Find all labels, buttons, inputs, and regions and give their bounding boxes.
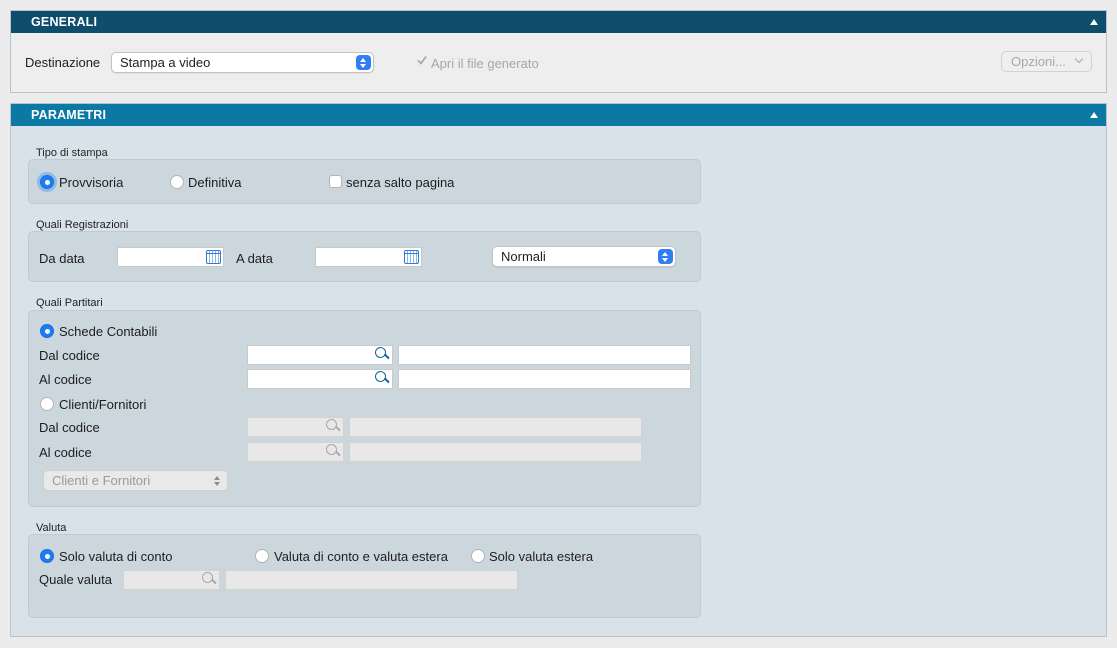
select-arrows-icon xyxy=(356,55,371,70)
select-arrows-icon xyxy=(210,473,225,488)
dal-codice-descrizione-input[interactable] xyxy=(399,346,690,364)
al-codice-field[interactable] xyxy=(247,369,393,389)
provvisoria-label: Provvisoria xyxy=(59,175,124,190)
tipo-registrazioni-value: Normali xyxy=(501,249,546,264)
radio-clienti-fornitori[interactable] xyxy=(40,397,54,411)
solo-valuta-estera-label: Solo valuta estera xyxy=(489,549,594,564)
partitari-title: Quali Partitari xyxy=(36,297,103,309)
tipo-registrazioni-select[interactable]: Normali xyxy=(492,246,676,267)
collapse-up-icon[interactable] xyxy=(1090,112,1098,118)
generali-header[interactable]: GENERALI xyxy=(11,11,1106,33)
valuta-group: Solo valuta di conto Valuta di conto e v… xyxy=(28,534,701,618)
calendar-icon[interactable] xyxy=(404,250,419,264)
search-icon[interactable] xyxy=(325,418,341,434)
definitiva-label: Definitiva xyxy=(188,175,242,190)
chevron-down-icon xyxy=(1074,54,1084,64)
al-codice-descrizione-input[interactable] xyxy=(399,370,690,388)
search-icon[interactable] xyxy=(374,346,390,362)
radio-provvisoria[interactable] xyxy=(40,175,54,189)
radio-solo-valuta-estera[interactable] xyxy=(471,549,485,563)
tipo-stampa-title: Tipo di stampa xyxy=(36,147,108,159)
al-codice-descrizione-field[interactable] xyxy=(398,369,691,389)
radio-definitiva[interactable] xyxy=(170,175,184,189)
parametri-header[interactable]: PARAMETRI xyxy=(11,104,1106,126)
opzioni-label: Opzioni... xyxy=(1011,54,1066,69)
tipo-stampa-group: Provvisoria Definitiva senza salto pagin… xyxy=(28,159,701,204)
al-codice-input[interactable] xyxy=(248,370,392,388)
clienti-fornitori-select-value: Clienti e Fornitori xyxy=(52,473,151,488)
select-arrows-icon xyxy=(658,249,673,264)
opzioni-button[interactable]: Opzioni... xyxy=(1001,51,1092,72)
search-icon[interactable] xyxy=(201,571,217,587)
destinazione-value: Stampa a video xyxy=(120,55,211,70)
cf-al-codice-label: Al codice xyxy=(39,445,92,460)
dal-codice-field[interactable] xyxy=(247,345,393,365)
cf-dal-codice-label: Dal codice xyxy=(39,420,100,435)
clienti-fornitori-label: Clienti/Fornitori xyxy=(59,397,147,412)
da-data-label: Da data xyxy=(39,251,85,266)
registrazioni-title: Quali Registrazioni xyxy=(36,219,129,231)
destinazione-select[interactable]: Stampa a video xyxy=(111,52,374,73)
search-icon[interactable] xyxy=(325,443,341,459)
cf-dal-codice-descrizione-field[interactable] xyxy=(349,417,642,437)
al-codice-label: Al codice xyxy=(39,372,92,387)
generali-title: GENERALI xyxy=(31,15,98,29)
search-icon[interactable] xyxy=(374,370,390,386)
radio-solo-valuta-conto[interactable] xyxy=(40,549,54,563)
valuta-title: Valuta xyxy=(36,522,67,534)
schede-contabili-label: Schede Contabili xyxy=(59,324,158,339)
valuta-conto-estera-label: Valuta di conto e valuta estera xyxy=(274,549,448,564)
quale-valuta-descrizione-field[interactable] xyxy=(225,570,518,590)
check-icon xyxy=(417,56,427,65)
destinazione-label: Destinazione xyxy=(25,55,101,70)
registrazioni-group: Da data A data Normali xyxy=(28,231,701,282)
dal-codice-label: Dal codice xyxy=(39,348,100,363)
solo-valuta-conto-label: Solo valuta di conto xyxy=(59,549,173,564)
parametri-panel: PARAMETRI Tipo di stampa Provvisoria Def… xyxy=(10,103,1107,637)
clienti-fornitori-select[interactable]: Clienti e Fornitori xyxy=(43,470,228,491)
generali-panel: GENERALI Destinazione Stampa a video Apr… xyxy=(10,10,1107,93)
collapse-up-icon[interactable] xyxy=(1090,19,1098,25)
radio-schede-contabili[interactable] xyxy=(40,324,54,338)
senza-salto-label: senza salto pagina xyxy=(346,175,455,190)
a-data-label: A data xyxy=(236,251,273,266)
dal-codice-input[interactable] xyxy=(248,346,392,364)
calendar-icon[interactable] xyxy=(206,250,221,264)
parametri-title: PARAMETRI xyxy=(31,108,107,122)
partitari-group: Schede Contabili Dal codice Al codice Cl… xyxy=(28,310,701,507)
senza-salto-checkbox[interactable] xyxy=(329,175,342,188)
radio-valuta-conto-estera[interactable] xyxy=(255,549,269,563)
apri-file-checkbox[interactable] xyxy=(416,54,428,66)
cf-al-codice-descrizione-field[interactable] xyxy=(349,442,642,462)
dal-codice-descrizione-field[interactable] xyxy=(398,345,691,365)
quale-valuta-label: Quale valuta xyxy=(39,572,112,587)
apri-file-label: Apri il file generato xyxy=(431,56,539,71)
